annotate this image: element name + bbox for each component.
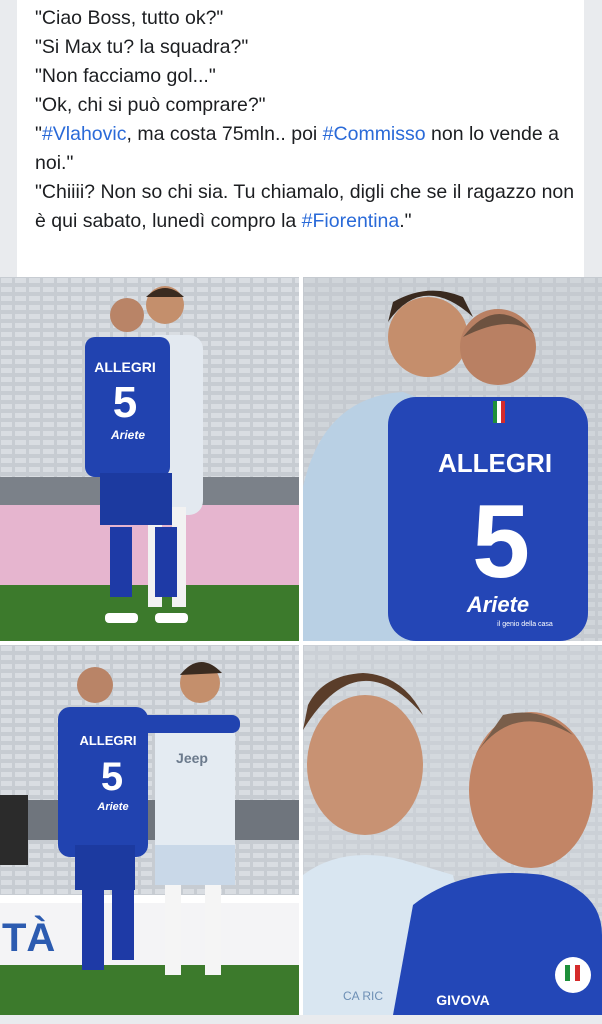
- text-fragment: ": [35, 123, 42, 145]
- photo-bottom-right[interactable]: CA RIC GIVOVA: [303, 645, 602, 1015]
- post-text: "Ciao Boss, tutto ok?" "Si Max tu? la sq…: [35, 4, 575, 236]
- hashtag-commisso[interactable]: #Commisso: [323, 123, 426, 145]
- sponsor-logo: Ariete: [96, 801, 128, 813]
- photo-grid: ALLEGRI 5 Ariete ALLEGRI 5 Ariete il gen…: [0, 277, 602, 1015]
- jersey-name: ALLEGRI: [79, 733, 136, 748]
- photo-top-left[interactable]: ALLEGRI 5 Ariete: [0, 277, 299, 641]
- hashtag-vlahovic[interactable]: #Vlahovic: [42, 123, 127, 145]
- text-fragment: .": [399, 210, 412, 232]
- jersey-name: ALLEGRI: [438, 448, 552, 478]
- photo-bottom-left[interactable]: TÀ Jeep ALLEGRI 5 Ariete: [0, 645, 299, 1015]
- post-line: "Non facciamo gol...": [35, 65, 216, 87]
- jersey-number: 5: [113, 378, 137, 427]
- post-line: "Chiiii? Non so chi sia. Tu chiamalo, di…: [35, 178, 575, 236]
- sponsor-logo: Ariete: [110, 428, 145, 442]
- post-line: "#Vlahovic, ma costa 75mln.. poi #Commis…: [35, 120, 575, 178]
- post-line: "Si Max tu? la squadra?": [35, 36, 249, 58]
- jersey-number: 5: [101, 755, 123, 799]
- partial-badge-text: CA RIC: [343, 989, 383, 1003]
- text-fragment: , ma costa 75mln.. poi: [126, 123, 323, 145]
- feed-divider: [0, 1015, 602, 1024]
- jersey-number: 5: [472, 484, 530, 600]
- photo-top-right[interactable]: ALLEGRI 5 Ariete il genio della casa: [303, 277, 602, 641]
- hashtag-fiorentina[interactable]: #Fiorentina: [302, 210, 400, 232]
- kit-brand-logo: GIVOVA: [436, 992, 489, 1008]
- post-line: "Ciao Boss, tutto ok?": [35, 7, 224, 29]
- sponsor-tagline: il genio della casa: [497, 621, 553, 628]
- post-line: "Ok, chi si può comprare?": [35, 94, 266, 116]
- opponent-sponsor: Jeep: [176, 750, 208, 766]
- banner-text: TÀ: [2, 915, 55, 960]
- jersey-name: ALLEGRI: [94, 359, 155, 375]
- sponsor-logo: Ariete: [466, 592, 529, 617]
